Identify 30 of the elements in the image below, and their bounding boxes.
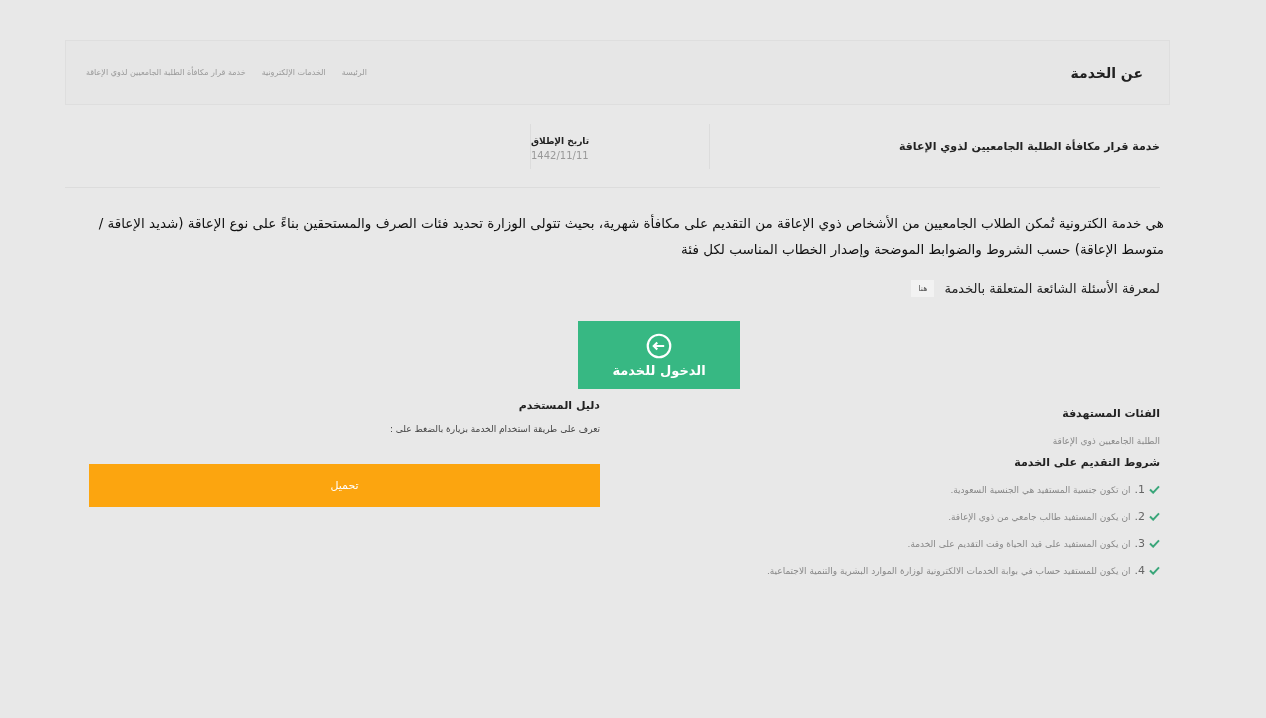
target-groups-text: الطلبة الجامعيين ذوي الإعاقة [1051,436,1160,446]
condition-number: 4. [1134,564,1145,577]
download-button[interactable]: تحميل [89,464,600,507]
page-title: عن الخدمة [1070,64,1143,81]
target-groups-title: الفئات المستهدفة [1061,407,1160,420]
faq-text: لمعرفة الأسئلة الشائعة المتعلقة بالخدمة [944,281,1160,296]
service-description: هي خدمة الكترونية تُمكن الطلاب الجامعيين من الأشخاص ذوي الإعاقة من التقديم على مكافأة شهرية، بحيث تتولى الوزارة تحديد فئات الصرف والمستحقين بناءً على نوع الإعاقة (شديد الإعاقة / متوسط الإعاقة) حسب الشروط والضوابط الموضحة وإصدار الخطاب المناسب لكل فئة [97,213,1164,260]
condition-number: 1. [1134,483,1145,496]
launch-date: 1442/11/11 [531,149,589,161]
user-guide-text: تعرف على طريقة استخدام الخدمة بزيارة بالضغط على : [388,424,600,434]
faq-link[interactable]: هنا [911,280,935,297]
condition-text: ان يكون المستفيد على قيد الحياة وقت التقديم على الخدمة. [907,538,1131,549]
breadcrumb-link[interactable]: الرئيسة [341,68,367,77]
condition-number: 2. [1134,510,1145,523]
breadcrumb-link[interactable]: الخدمات الإلكترونية [261,68,326,77]
user-guide-title: دليل المستخدم [517,399,600,412]
breadcrumb-link[interactable]: خدمة قرار مكافأة الطلبة الجامعيين لذوي الإعاقة [86,68,246,77]
check-icon [1149,512,1160,521]
check-icon [1149,485,1160,494]
check-icon [1149,539,1160,548]
condition-text: ان يكون للمستفيد حساب في بوابة الخدمات الالكترونية لوزارة الموارد البشرية والتنمية الاجتماعية. [766,565,1131,576]
arrow-circle-icon [646,332,672,359]
launch-label: تاريخ الإطلاق [531,135,590,146]
service-name: خدمة قرار مكافأة الطلبة الجامعيين لذوي الإعاقة [897,139,1160,153]
condition-text: ان تكون جنسية المستفيد هي الجنسية السعودية. [950,484,1131,495]
conditions-title: شروط التقديم على الخدمة [1013,456,1160,469]
condition-number: 3. [1134,537,1145,550]
check-icon [1149,566,1160,575]
condition-text: ان يكون المستفيد طالب جامعي من ذوي الإعاقة. [948,511,1131,522]
enter-service-button[interactable]: الدخول للخدمة [578,321,740,389]
